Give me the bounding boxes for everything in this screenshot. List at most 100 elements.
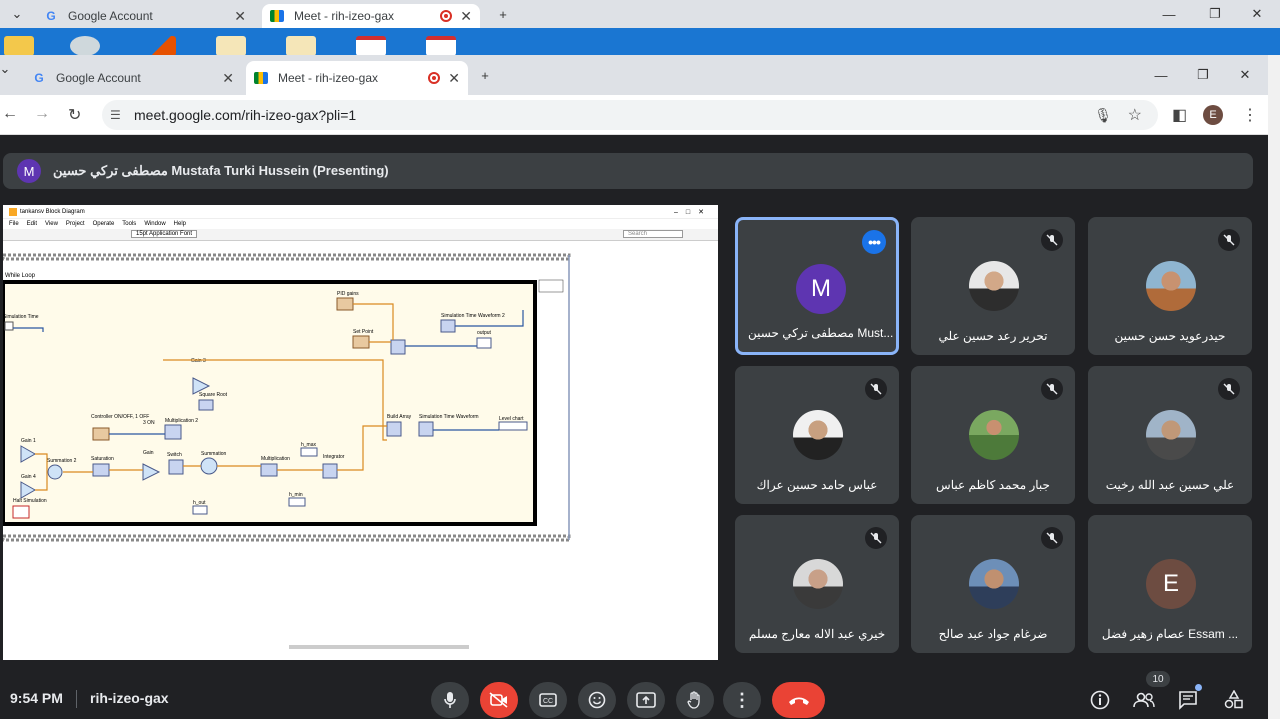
- labview-titlebar: tankansv Block Diagram –□✕: [3, 205, 718, 219]
- url-field[interactable]: ☰ meet.google.com/rih-izeo-gax?pli=1 🎙 ☆: [102, 100, 1158, 130]
- hand-icon: [687, 691, 700, 709]
- tab-label: Google Account: [56, 71, 141, 85]
- people-button[interactable]: [1132, 688, 1156, 712]
- forward-icon[interactable]: →: [34, 105, 50, 123]
- mic-off-icon: [1218, 229, 1240, 251]
- back-icon[interactable]: ←: [2, 105, 18, 123]
- presenting-banner: M مصطفى تركي حسين Mustafa Turki Hussein …: [3, 153, 1253, 189]
- leave-call-button[interactable]: [772, 682, 825, 718]
- block-label: Square Root: [199, 392, 228, 398]
- profile-avatar[interactable]: E: [1203, 105, 1223, 125]
- block-label: Set Point: [353, 329, 374, 335]
- minimize-button[interactable]: —: [1146, 0, 1192, 28]
- block-label: Halt Simulation: [13, 498, 47, 504]
- maximize-button[interactable]: ❐: [1180, 61, 1226, 89]
- close-window-button[interactable]: ✕: [1222, 61, 1268, 89]
- menu-item: Operate: [92, 221, 115, 227]
- search-field: Search: [623, 230, 683, 238]
- raise-hand-button[interactable]: [676, 682, 714, 718]
- maximize-button[interactable]: ❐: [1192, 0, 1238, 28]
- meeting-details-button[interactable]: [1088, 688, 1112, 712]
- new-tab-button[interactable]: +: [462, 61, 508, 89]
- tab-search-icon[interactable]: ⌄: [0, 0, 34, 28]
- activities-icon: [1224, 690, 1243, 709]
- labview-menubar: File Edit View Project Operate Tools Win…: [3, 219, 718, 229]
- tabstrip: ⌄ G Google Account ✕ Meet - rih-izeo-gax…: [0, 55, 1268, 95]
- captions-button[interactable]: CC: [529, 682, 567, 718]
- block-label: Switch: [167, 452, 182, 458]
- activities-button[interactable]: [1222, 688, 1246, 712]
- close-icon[interactable]: ✕: [448, 70, 460, 87]
- shared-screen[interactable]: tankansv Block Diagram –□✕ File Edit Vie…: [3, 205, 718, 660]
- block-label: h_max: [301, 442, 317, 448]
- reload-icon[interactable]: ↻: [68, 105, 81, 125]
- block-label: Controller ON/OFF, 1 OFF: [91, 414, 149, 420]
- back-window-tabstrip: ⌄ G Google Account ✕ Meet - rih-izeo-gax…: [0, 0, 1280, 28]
- more-options-button[interactable]: ⋮: [723, 682, 761, 718]
- avatar: [793, 559, 843, 609]
- document-icon: [426, 36, 456, 56]
- microphone-icon[interactable]: 🎙: [1094, 107, 1112, 124]
- camera-button[interactable]: [480, 682, 518, 718]
- tab-google-account[interactable]: G Google Account ✕: [24, 61, 242, 95]
- block-label: Summation: [201, 451, 227, 457]
- folder-icon: [286, 36, 316, 56]
- recording-icon: [440, 10, 452, 22]
- block-label: Multiplication 2: [165, 418, 198, 424]
- info-icon: [1090, 690, 1110, 710]
- site-info-icon[interactable]: ☰: [110, 108, 121, 122]
- participant-tile[interactable]: تحرير رعد حسين علي: [911, 217, 1075, 355]
- mic-off-icon: [1041, 229, 1063, 251]
- back-tab-meet[interactable]: Meet - rih-izeo-gax ✕: [262, 4, 480, 28]
- participant-tile[interactable]: M ••• مصطفى تركي حسين Must...: [735, 217, 899, 355]
- participant-name: خيري عبد الاله معارج مسلم: [748, 627, 886, 641]
- participant-tile[interactable]: ضرغام جواد عبد صالح: [911, 515, 1075, 653]
- meet-icon: [270, 10, 284, 22]
- block-label: Build Array: [387, 414, 412, 420]
- participant-tile[interactable]: علي حسين عبد الله رخيت: [1088, 366, 1252, 504]
- close-icon[interactable]: ✕: [222, 70, 234, 87]
- diagram-label: While Loop: [5, 273, 36, 279]
- minimize-button[interactable]: —: [1138, 61, 1184, 89]
- emoji-icon: [588, 691, 606, 709]
- close-icon[interactable]: ✕: [234, 8, 246, 25]
- tab-meet[interactable]: Meet - rih-izeo-gax ✕: [246, 61, 468, 95]
- captions-icon: CC: [539, 693, 557, 707]
- close-window-button[interactable]: ✕: [1234, 0, 1280, 28]
- participant-tile[interactable]: جبار محمد كاظم عباس: [911, 366, 1075, 504]
- side-panel-icon[interactable]: ◧: [1172, 105, 1187, 125]
- block-diagram: While Loop PID gains Set Point Simulatio…: [3, 253, 571, 649]
- participant-tile[interactable]: عباس حامد حسين عراك: [735, 366, 899, 504]
- chat-button[interactable]: [1176, 684, 1202, 712]
- tab-label: Google Account: [68, 9, 153, 23]
- menu-item: File: [9, 221, 19, 227]
- block-label: output: [477, 330, 492, 336]
- block-label: Gain: [143, 450, 154, 456]
- clock: 9:54 PM: [10, 690, 63, 706]
- labview-icon: [9, 207, 17, 216]
- matlab-icon: [150, 36, 176, 56]
- reactions-button[interactable]: [578, 682, 616, 718]
- more-options-icon[interactable]: •••: [862, 230, 886, 254]
- notification-dot: [1195, 684, 1202, 691]
- close-icon[interactable]: ✕: [460, 8, 472, 25]
- tab-search-icon[interactable]: ⌄: [0, 55, 22, 83]
- microphone-button[interactable]: [431, 682, 469, 718]
- avatar: M: [17, 159, 41, 183]
- labview-title: tankansv Block Diagram: [20, 208, 85, 215]
- star-icon[interactable]: ☆: [1128, 105, 1142, 125]
- back-tab-google-account[interactable]: G Google Account ✕: [36, 4, 254, 28]
- participant-tile[interactable]: حيدرعويد حسن حسين: [1088, 217, 1252, 355]
- block-label: Summation 2: [47, 458, 77, 464]
- mic-off-icon: [1218, 378, 1240, 400]
- block-label: Multiplication: [261, 456, 290, 462]
- block-label: Gain 3: [191, 358, 206, 364]
- present-button[interactable]: [627, 682, 665, 718]
- menu-icon[interactable]: ⋮: [1242, 105, 1258, 125]
- participant-tile[interactable]: خيري عبد الاله معارج مسلم: [735, 515, 899, 653]
- avatar: [969, 410, 1019, 460]
- new-tab-button[interactable]: +: [480, 0, 526, 28]
- participant-tile[interactable]: E عصام زهير فضل Essam ...: [1088, 515, 1252, 653]
- menu-item: Help: [173, 221, 186, 227]
- participant-name: عباس حامد حسين عراك: [756, 478, 878, 492]
